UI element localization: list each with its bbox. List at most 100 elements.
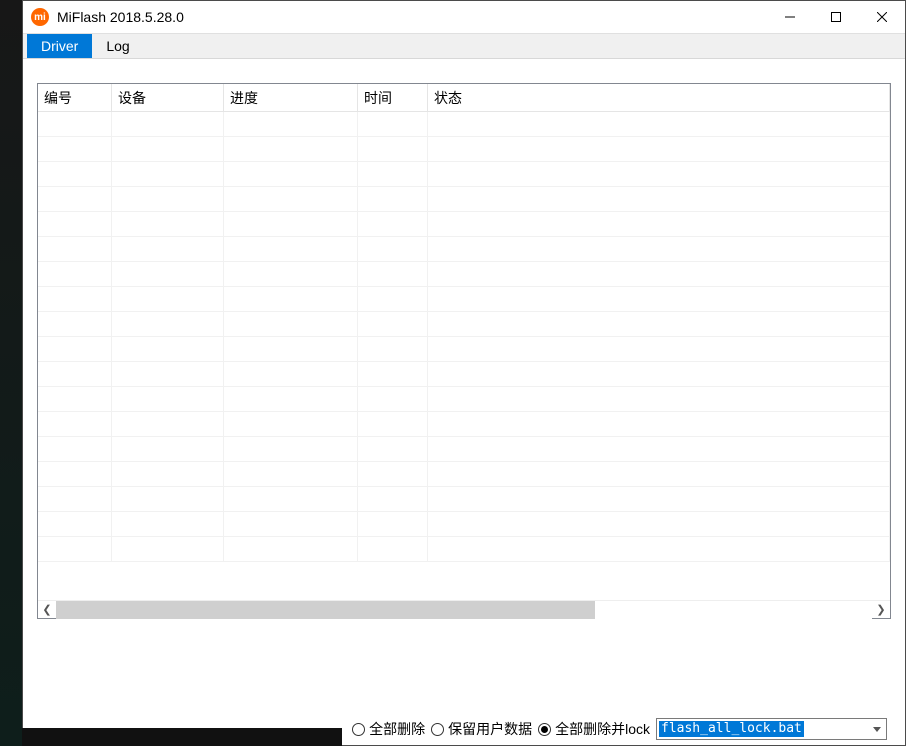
table-row[interactable] — [38, 212, 890, 237]
table-cell — [112, 437, 224, 461]
radio-clean-all-lock[interactable]: 全部删除并lock — [538, 719, 650, 739]
table-cell — [358, 187, 428, 211]
table-cell — [358, 387, 428, 411]
table-row[interactable] — [38, 512, 890, 537]
table-cell — [358, 437, 428, 461]
table-row[interactable] — [38, 262, 890, 287]
table-row[interactable] — [38, 412, 890, 437]
table-cell — [358, 337, 428, 361]
table-cell — [38, 537, 112, 561]
table-cell — [38, 212, 112, 236]
table-cell — [428, 387, 890, 411]
table-cell — [428, 137, 890, 161]
scroll-track[interactable] — [56, 601, 872, 619]
table-cell — [224, 512, 358, 536]
table-cell — [112, 262, 224, 286]
table-cell — [38, 362, 112, 386]
table-cell — [428, 412, 890, 436]
table-cell — [38, 187, 112, 211]
table-cell — [112, 362, 224, 386]
table-cell — [428, 262, 890, 286]
table-cell — [112, 537, 224, 561]
table-cell — [428, 187, 890, 211]
table-cell — [428, 437, 890, 461]
table-row[interactable] — [38, 312, 890, 337]
table-cell — [112, 337, 224, 361]
table-row[interactable] — [38, 187, 890, 212]
radio-label: 全部删除并lock — [555, 719, 650, 739]
desktop-background — [0, 0, 22, 746]
table-row[interactable] — [38, 287, 890, 312]
table-cell — [38, 412, 112, 436]
script-value: flash_all_lock.bat — [659, 721, 804, 737]
scroll-thumb[interactable] — [56, 601, 595, 619]
maximize-button[interactable] — [813, 1, 859, 33]
radio-label: 保留用户数据 — [448, 719, 532, 739]
table-row[interactable] — [38, 437, 890, 462]
col-status[interactable]: 状态 — [428, 84, 890, 111]
table-row[interactable] — [38, 462, 890, 487]
table-cell — [38, 337, 112, 361]
menubar: Driver Log — [23, 33, 905, 59]
table-row[interactable] — [38, 362, 890, 387]
titlebar[interactable]: mi MiFlash 2018.5.28.0 — [23, 1, 905, 33]
table-cell — [224, 437, 358, 461]
content-area: 编号 设备 进度 时间 状态 ❮ ❯ — [23, 59, 905, 715]
table-row[interactable] — [38, 112, 890, 137]
table-cell — [224, 187, 358, 211]
table-cell — [112, 387, 224, 411]
table-row[interactable] — [38, 137, 890, 162]
table-cell — [112, 312, 224, 336]
chevron-down-icon[interactable] — [868, 719, 886, 739]
table-cell — [358, 312, 428, 336]
table-cell — [358, 137, 428, 161]
table-cell — [358, 487, 428, 511]
table-cell — [428, 237, 890, 261]
table-cell — [38, 462, 112, 486]
radio-save-user-data[interactable]: 保留用户数据 — [431, 719, 532, 739]
table-cell — [358, 412, 428, 436]
table-cell — [112, 462, 224, 486]
table-cell — [428, 112, 890, 136]
menu-log[interactable]: Log — [92, 34, 143, 58]
table-row[interactable] — [38, 237, 890, 262]
table-cell — [112, 412, 224, 436]
table-cell — [112, 162, 224, 186]
scroll-right-arrow-icon[interactable]: ❯ — [872, 601, 890, 619]
table-row[interactable] — [38, 487, 890, 512]
table-row[interactable] — [38, 162, 890, 187]
scroll-left-arrow-icon[interactable]: ❮ — [38, 601, 56, 619]
col-id[interactable]: 编号 — [38, 84, 112, 111]
table-row[interactable] — [38, 387, 890, 412]
table-row[interactable] — [38, 537, 890, 562]
grid-header-row: 编号 设备 进度 时间 状态 — [38, 84, 890, 112]
script-combobox[interactable]: flash_all_lock.bat — [656, 718, 887, 740]
table-cell — [224, 112, 358, 136]
table-row[interactable] — [38, 337, 890, 362]
table-cell — [224, 362, 358, 386]
col-progress[interactable]: 进度 — [224, 84, 358, 111]
table-cell — [38, 312, 112, 336]
table-cell — [358, 362, 428, 386]
table-cell — [224, 462, 358, 486]
table-cell — [38, 262, 112, 286]
table-cell — [38, 137, 112, 161]
col-device[interactable]: 设备 — [112, 84, 224, 111]
device-grid: 编号 设备 进度 时间 状态 ❮ ❯ — [37, 83, 891, 619]
table-cell — [428, 312, 890, 336]
radio-clean-all[interactable]: 全部删除 — [352, 719, 425, 739]
radio-dot-icon — [352, 723, 365, 736]
table-cell — [428, 337, 890, 361]
desktop-background-strip — [22, 728, 342, 746]
col-time[interactable]: 时间 — [358, 84, 428, 111]
close-button[interactable] — [859, 1, 905, 33]
minimize-button[interactable] — [767, 1, 813, 33]
horizontal-scrollbar[interactable]: ❮ ❯ — [38, 600, 890, 618]
table-cell — [38, 512, 112, 536]
table-cell — [224, 162, 358, 186]
table-cell — [358, 237, 428, 261]
table-cell — [358, 537, 428, 561]
table-cell — [428, 212, 890, 236]
table-cell — [358, 287, 428, 311]
menu-driver[interactable]: Driver — [27, 34, 92, 58]
